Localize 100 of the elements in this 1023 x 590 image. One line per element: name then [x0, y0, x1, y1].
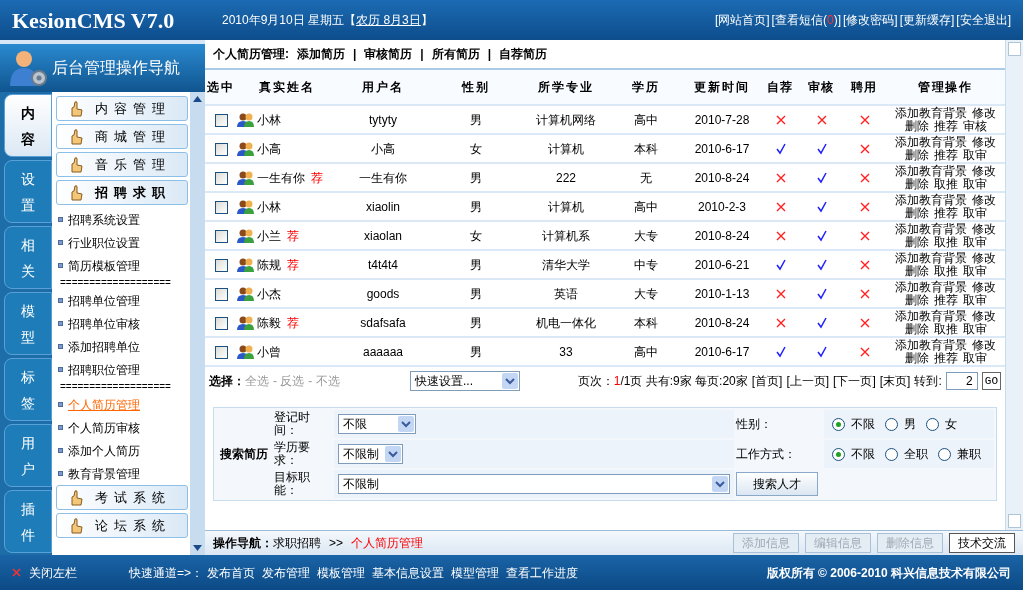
- quick-link[interactable]: 发布管理: [262, 563, 310, 582]
- action-link[interactable]: 修改: [972, 106, 996, 120]
- vertical-tab[interactable]: 内容: [4, 94, 52, 157]
- radio-button[interactable]: [885, 447, 898, 461]
- sidebar-scrollbar[interactable]: [190, 92, 205, 555]
- breadcrumb-link[interactable]: 所有简历: [431, 45, 480, 63]
- breadcrumb-link[interactable]: 审核简历: [364, 45, 413, 63]
- vertical-tab[interactable]: 相关: [4, 226, 52, 289]
- action-link[interactable]: 推荐: [933, 351, 958, 365]
- action-link[interactable]: 修改: [972, 135, 996, 149]
- menu-section-button[interactable]: 音乐管理: [56, 152, 188, 177]
- action-link[interactable]: 推荐: [933, 293, 958, 307]
- pagination-link[interactable]: [下一页]: [833, 372, 876, 390]
- action-link[interactable]: 修改: [972, 164, 996, 178]
- row-checkbox[interactable]: [214, 258, 228, 272]
- action-link[interactable]: 删除: [904, 206, 929, 220]
- action-link[interactable]: 修改: [972, 309, 996, 323]
- menu-section-button[interactable]: 招聘求职: [56, 180, 188, 205]
- row-checkbox[interactable]: [214, 200, 228, 214]
- close-sidebar-link[interactable]: 关闭左栏: [29, 563, 129, 582]
- header-link[interactable]: [修改密码]: [843, 11, 898, 29]
- action-link[interactable]: 修改: [972, 193, 996, 207]
- toolbar-button[interactable]: 技术交流: [949, 533, 1015, 553]
- menu-section-button[interactable]: 商城管理: [56, 124, 188, 149]
- action-link[interactable]: 添加教育背景: [895, 309, 967, 323]
- row-checkbox[interactable]: [214, 142, 228, 156]
- breadcrumb-link[interactable]: 自荐简历: [499, 45, 548, 63]
- action-link[interactable]: 修改: [972, 280, 996, 294]
- action-link[interactable]: 取审: [962, 293, 987, 307]
- go-button[interactable]: GO: [981, 372, 1001, 390]
- radio-button[interactable]: [885, 417, 898, 431]
- vertical-tab[interactable]: 插件: [4, 490, 52, 553]
- quick-link[interactable]: 发布首页: [207, 563, 255, 582]
- action-link[interactable]: 取审: [962, 206, 987, 220]
- menu-link[interactable]: 招聘单位审核: [68, 314, 140, 333]
- menu-section-button[interactable]: 考试系统: [56, 485, 188, 510]
- main-scrollbar[interactable]: [1005, 40, 1023, 530]
- row-checkbox[interactable]: [214, 113, 228, 127]
- action-link[interactable]: 取审: [962, 177, 987, 191]
- row-checkbox[interactable]: [214, 287, 228, 301]
- filter-select[interactable]: 不限: [338, 414, 416, 434]
- page-input[interactable]: 2: [945, 372, 978, 390]
- header-link[interactable]: [查看短信(0)]: [771, 11, 841, 29]
- menu-link[interactable]: 添加招聘单位: [68, 337, 140, 356]
- menu-link[interactable]: 添加个人简历: [68, 441, 140, 460]
- header-link[interactable]: [安全退出]: [956, 11, 1011, 29]
- menu-section-button[interactable]: 论坛系统: [56, 513, 188, 538]
- action-link[interactable]: 推荐: [933, 148, 958, 162]
- action-link[interactable]: 取审: [962, 148, 987, 162]
- action-link[interactable]: 添加教育背景: [895, 280, 967, 294]
- row-checkbox[interactable]: [214, 316, 228, 330]
- vertical-tab[interactable]: 设置: [4, 160, 52, 223]
- action-link[interactable]: 删除: [904, 351, 929, 365]
- quick-link[interactable]: 查看工作进度: [506, 563, 578, 582]
- pagination-link[interactable]: [首页]: [751, 372, 783, 390]
- action-link[interactable]: 推荐: [933, 206, 958, 220]
- action-link[interactable]: 取审: [962, 351, 987, 365]
- action-link[interactable]: 推荐: [933, 119, 958, 133]
- quick-setting-select[interactable]: 快速设置...: [410, 371, 520, 391]
- vertical-tab[interactable]: 模型: [4, 292, 52, 355]
- filter-select[interactable]: 不限制: [338, 474, 730, 494]
- radio-button[interactable]: [926, 417, 939, 431]
- row-checkbox[interactable]: [214, 171, 228, 185]
- quick-link[interactable]: 基本信息设置: [372, 563, 444, 582]
- action-link[interactable]: 添加教育背景: [895, 106, 967, 120]
- radio-button[interactable]: [832, 417, 845, 431]
- action-link[interactable]: 删除: [904, 177, 929, 191]
- radio-button[interactable]: [832, 447, 845, 461]
- action-link[interactable]: 修改: [972, 222, 996, 236]
- quick-link[interactable]: 模型管理: [451, 563, 499, 582]
- action-link[interactable]: 取审: [962, 322, 987, 336]
- row-checkbox[interactable]: [214, 345, 228, 359]
- action-link[interactable]: 删除: [904, 148, 929, 162]
- action-link[interactable]: 删除: [904, 293, 929, 307]
- action-link[interactable]: 审核: [962, 119, 987, 133]
- action-link[interactable]: 添加教育背景: [895, 193, 967, 207]
- action-link[interactable]: 添加教育背景: [895, 338, 967, 352]
- menu-link[interactable]: 行业职位设置: [68, 233, 140, 252]
- action-link[interactable]: 取推: [933, 264, 958, 278]
- menu-link[interactable]: 个人简历审核: [68, 418, 140, 437]
- filter-select[interactable]: 不限制: [338, 444, 403, 464]
- menu-link[interactable]: 招聘系统设置: [68, 210, 140, 229]
- vertical-tab[interactable]: 标签: [4, 358, 52, 421]
- row-checkbox[interactable]: [214, 229, 228, 243]
- action-link[interactable]: 添加教育背景: [895, 164, 967, 178]
- search-button[interactable]: 搜索人才: [736, 472, 818, 496]
- action-link[interactable]: 取推: [933, 322, 958, 336]
- pagination-link[interactable]: [上一页]: [786, 372, 830, 390]
- action-link[interactable]: 删除: [904, 119, 929, 133]
- action-link[interactable]: 添加教育背景: [895, 222, 967, 236]
- action-link[interactable]: 删除: [904, 322, 929, 336]
- header-link[interactable]: [更新缓存]: [899, 11, 955, 29]
- action-link[interactable]: 删除: [904, 264, 929, 278]
- action-link[interactable]: 取推: [933, 235, 958, 249]
- radio-button[interactable]: [938, 447, 951, 461]
- action-link[interactable]: 修改: [972, 251, 996, 265]
- pagination-link[interactable]: [末页]: [879, 372, 911, 390]
- menu-link[interactable]: 教育背景管理: [68, 464, 140, 483]
- menu-link[interactable]: 招聘单位管理: [68, 291, 140, 310]
- menu-link[interactable]: 简历模板管理: [68, 256, 140, 275]
